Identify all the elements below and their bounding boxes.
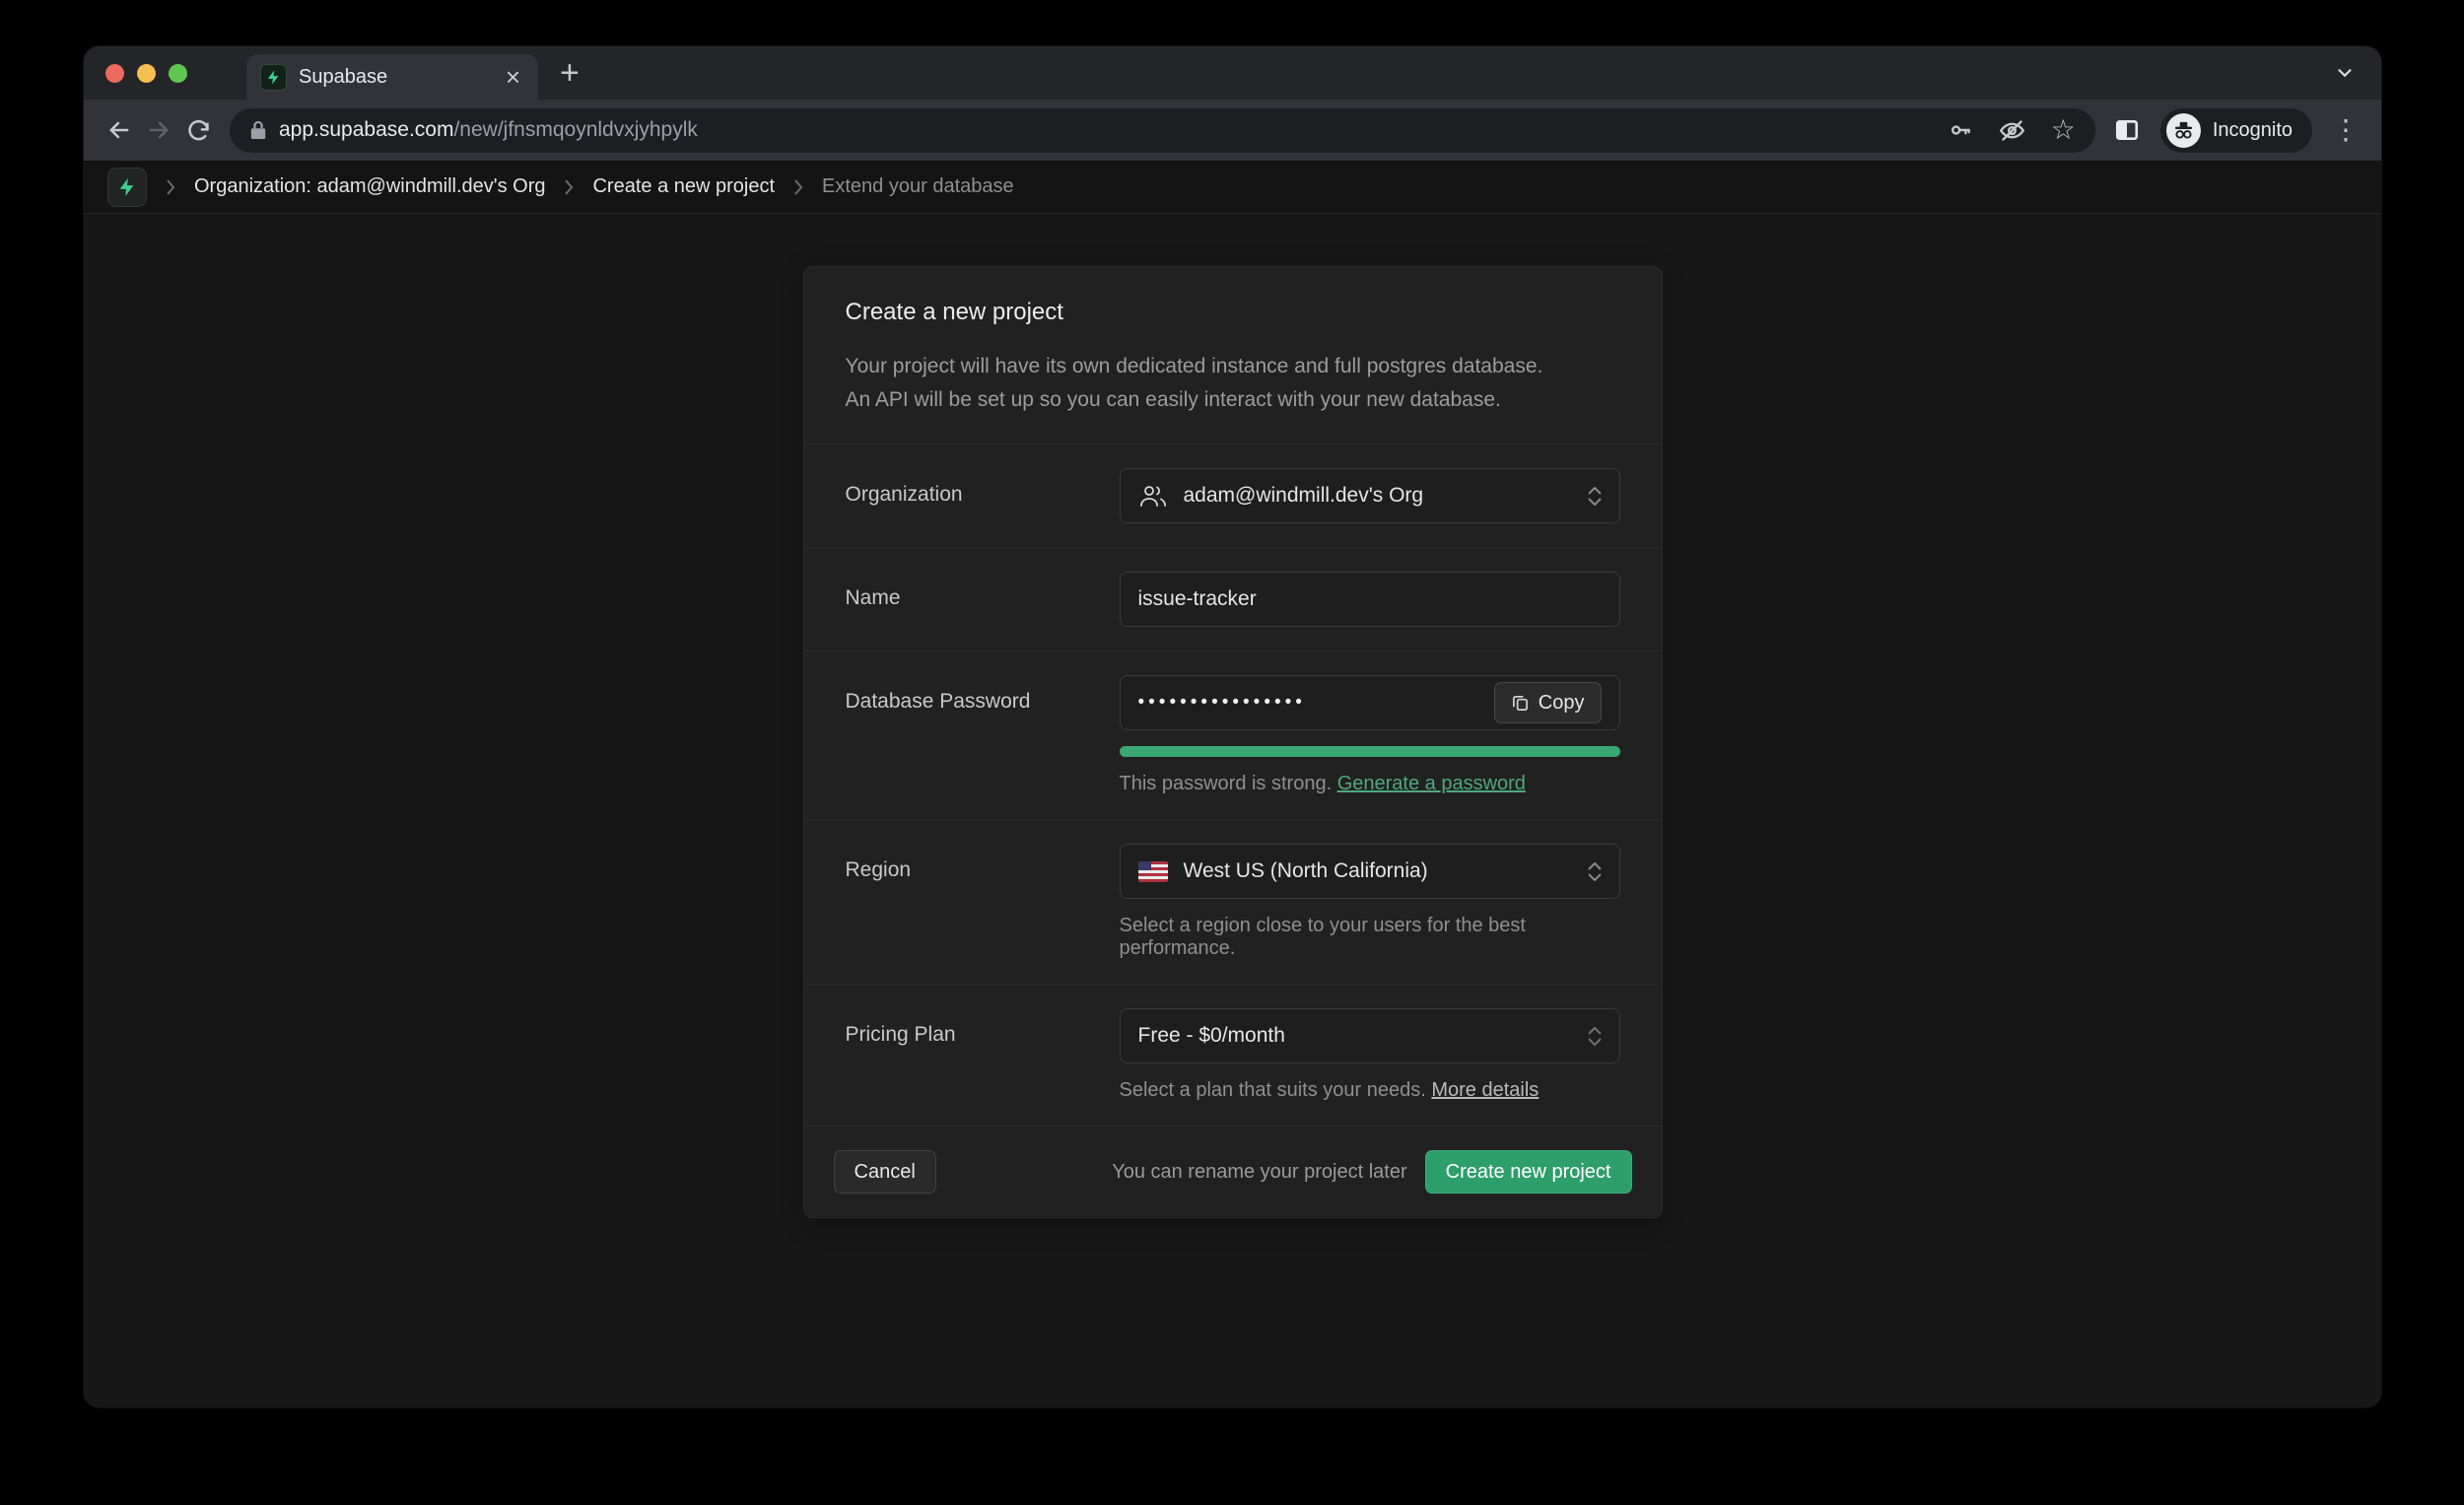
lock-icon xyxy=(249,120,267,140)
close-window-button[interactable] xyxy=(105,64,124,83)
supabase-logo[interactable] xyxy=(107,168,147,207)
card-description: Your project will have its own dedicated… xyxy=(846,350,1620,416)
more-details-link[interactable]: More details xyxy=(1431,1079,1539,1101)
name-input[interactable]: issue-tracker xyxy=(1120,572,1620,627)
password-strength-text: This password is strong. xyxy=(1120,773,1337,794)
browser-tab[interactable]: Supabase × xyxy=(246,54,538,100)
name-value: issue-tracker xyxy=(1138,587,1257,611)
copy-password-button[interactable]: Copy xyxy=(1494,682,1602,723)
select-chevrons-icon xyxy=(1588,1027,1602,1046)
region-helper: Select a region close to your users for … xyxy=(1120,915,1620,960)
tab-search-chevron-icon[interactable] xyxy=(2334,62,2356,84)
breadcrumb-item-extend-database[interactable]: Extend your database xyxy=(822,175,1014,198)
url-path: /new/jfnsmqoynldvxjyhpylk xyxy=(453,118,697,141)
password-label: Database Password xyxy=(846,675,1120,714)
password-key-icon[interactable] xyxy=(1948,117,1973,143)
breadcrumb-item-organization[interactable]: Organization: adam@windmill.dev's Org xyxy=(194,175,545,198)
browser-toolbar: app.supabase.com/new/jfnsmqoynldvxjyhpyl… xyxy=(84,100,2381,161)
breadcrumb: Organization: adam@windmill.dev's Org Cr… xyxy=(84,161,2381,214)
cancel-button[interactable]: Cancel xyxy=(834,1150,936,1194)
page-content: Create a new project Your project will h… xyxy=(84,214,2381,1407)
bookmark-star-icon[interactable]: ☆ xyxy=(2051,116,2076,144)
back-icon[interactable] xyxy=(100,110,139,150)
organization-value: adam@windmill.dev's Org xyxy=(1184,484,1424,508)
password-helper: This password is strong. Generate a pass… xyxy=(1120,773,1620,795)
card-description-line2: An API will be set up so you can easily … xyxy=(846,383,1620,417)
address-bar-actions: ☆ xyxy=(1948,116,2076,144)
browser-window: Supabase × + app.supabase.com/new/jfnsmq… xyxy=(84,46,2381,1407)
us-flag-icon xyxy=(1138,861,1168,882)
card-description-line1: Your project will have its own dedicated… xyxy=(846,350,1620,383)
incognito-icon xyxy=(2166,113,2201,148)
url-text: app.supabase.com/new/jfnsmqoynldvxjyhpyl… xyxy=(279,118,698,142)
name-row: Name issue-tracker xyxy=(804,547,1662,650)
refresh-icon[interactable] xyxy=(178,110,218,150)
tab-title: Supabase xyxy=(299,66,490,89)
side-panel-icon[interactable] xyxy=(2107,110,2147,150)
url-domain: app.supabase.com xyxy=(279,118,453,141)
pricing-helper-text: Select a plan that suits your needs. xyxy=(1120,1079,1432,1101)
organization-label: Organization xyxy=(846,468,1120,507)
create-project-button[interactable]: Create new project xyxy=(1425,1150,1632,1194)
forward-icon[interactable] xyxy=(139,110,178,150)
copy-icon xyxy=(1511,694,1530,713)
region-value: West US (North California) xyxy=(1184,859,1428,883)
pricing-select[interactable]: Free - $0/month xyxy=(1120,1008,1620,1063)
page-title: Create a new project xyxy=(846,299,1620,326)
chevron-right-icon xyxy=(563,177,575,197)
address-bar[interactable]: app.supabase.com/new/jfnsmqoynldvxjyhpyl… xyxy=(230,108,2095,153)
tab-strip: Supabase × + xyxy=(84,46,2381,100)
select-chevrons-icon xyxy=(1588,862,1602,881)
new-tab-button[interactable]: + xyxy=(560,56,580,90)
copy-label: Copy xyxy=(1539,692,1585,715)
select-chevrons-icon xyxy=(1588,487,1602,506)
name-label: Name xyxy=(846,572,1120,610)
breadcrumb-item-create-project[interactable]: Create a new project xyxy=(592,175,775,198)
eye-off-icon[interactable] xyxy=(1999,117,2025,144)
pricing-row: Pricing Plan Free - $0/month Select a pl… xyxy=(804,984,1662,1126)
users-icon xyxy=(1138,483,1168,509)
browser-menu-icon[interactable]: ⋮ xyxy=(2326,116,2365,144)
incognito-badge: Incognito xyxy=(2160,108,2312,153)
region-select[interactable]: West US (North California) xyxy=(1120,844,1620,899)
card-footer: Cancel You can rename your project later… xyxy=(804,1126,1662,1217)
region-row: Region West US (North California) Select… xyxy=(804,819,1662,984)
password-strength-bar xyxy=(1120,746,1620,757)
region-label: Region xyxy=(846,844,1120,882)
password-row: Database Password •••••••••••••••• Copy … xyxy=(804,650,1662,819)
minimize-window-button[interactable] xyxy=(137,64,156,83)
supabase-favicon-icon xyxy=(260,64,287,91)
password-input[interactable]: •••••••••••••••• Copy xyxy=(1120,675,1620,730)
pricing-label: Pricing Plan xyxy=(846,1008,1120,1047)
organization-select[interactable]: adam@windmill.dev's Org xyxy=(1120,468,1620,523)
rename-note: You can rename your project later xyxy=(1112,1161,1406,1184)
close-tab-icon[interactable]: × xyxy=(502,64,524,90)
organization-row: Organization adam@windmill.dev's Org xyxy=(804,444,1662,547)
window-controls xyxy=(105,64,187,83)
pricing-helper: Select a plan that suits your needs. Mor… xyxy=(1120,1079,1620,1102)
chevron-right-icon xyxy=(792,177,804,197)
card-header: Create a new project Your project will h… xyxy=(804,267,1662,444)
generate-password-link[interactable]: Generate a password xyxy=(1337,773,1526,794)
create-project-card: Create a new project Your project will h… xyxy=(803,266,1663,1218)
incognito-label: Incognito xyxy=(2213,119,2293,142)
chevron-right-icon xyxy=(165,177,176,197)
pricing-value: Free - $0/month xyxy=(1138,1024,1285,1048)
password-masked-value: •••••••••••••••• xyxy=(1138,692,1306,714)
zoom-window-button[interactable] xyxy=(169,64,187,83)
